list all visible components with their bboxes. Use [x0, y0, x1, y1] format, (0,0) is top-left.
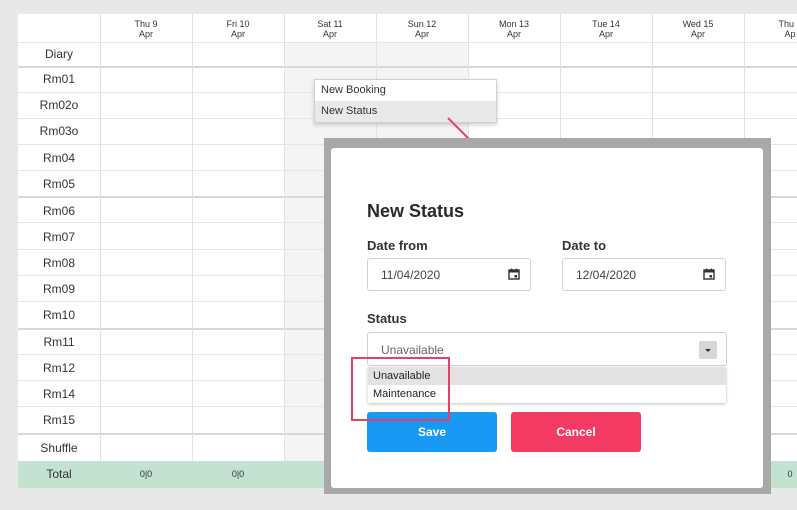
cancel-button[interactable]: Cancel — [511, 412, 641, 452]
date-from-input[interactable]: 11/04/2020 — [367, 258, 531, 291]
date-to-value: 12/04/2020 — [576, 268, 637, 282]
annotation-highlight-box — [351, 357, 450, 421]
date-from-label: Date from — [367, 238, 428, 253]
dialog-title: New Status — [367, 201, 465, 221]
date-from-value: 11/04/2020 — [381, 268, 441, 282]
chevron-down-icon[interactable] — [699, 341, 717, 359]
date-to-input[interactable]: 12/04/2020 — [562, 258, 726, 291]
date-to-label: Date to — [562, 238, 607, 253]
status-label: Status — [367, 311, 407, 326]
new-status-dialog: New Status Date from 11/04/2020 Date to … — [331, 148, 763, 488]
status-selected-value: Unavailable — [381, 343, 444, 357]
calendar-icon[interactable] — [703, 268, 715, 280]
calendar-icon[interactable] — [508, 268, 520, 280]
